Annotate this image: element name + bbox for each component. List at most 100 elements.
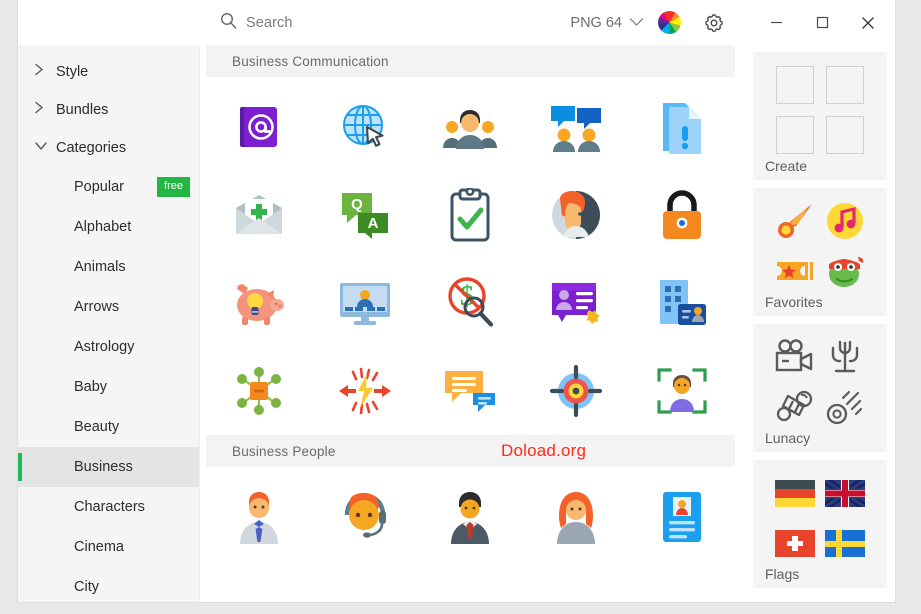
support-headset-icon[interactable] bbox=[312, 473, 418, 561]
conversation-people-icon[interactable] bbox=[523, 83, 629, 171]
icon-grid: Q A $ bbox=[206, 77, 735, 435]
sidebar-item-baby[interactable]: Baby bbox=[18, 367, 199, 407]
color-wheel-icon[interactable] bbox=[658, 11, 681, 34]
sidebar-item-label: Arrows bbox=[74, 299, 120, 315]
id-badge-icon[interactable] bbox=[629, 473, 735, 561]
network-hub-icon[interactable] bbox=[206, 347, 312, 435]
panel-tile-label: Favorites bbox=[765, 294, 823, 310]
astronaut-icon bbox=[774, 389, 816, 425]
icon-grid bbox=[206, 467, 735, 561]
email-book-icon[interactable] bbox=[206, 83, 312, 171]
clipboard-check-icon[interactable] bbox=[418, 171, 524, 259]
conflict-lightning-icon[interactable] bbox=[312, 347, 418, 435]
certificate-badge-icon[interactable] bbox=[523, 259, 629, 347]
sidebar-item-label: Baby bbox=[74, 379, 108, 395]
format-label: PNG 64 bbox=[570, 14, 622, 31]
sidebar-item-label: Alphabet bbox=[74, 219, 132, 235]
sidebar-item-cinema[interactable]: Cinema bbox=[18, 527, 199, 567]
empty-slot bbox=[776, 116, 814, 154]
flag-germany-icon bbox=[774, 479, 816, 507]
section-title: Business People bbox=[232, 443, 336, 459]
application-window: Search PNG 64 Style Bundles Categories P… bbox=[18, 0, 895, 602]
gear-icon[interactable] bbox=[703, 12, 725, 34]
businessman-tie-icon[interactable] bbox=[206, 473, 312, 561]
flag-uk-icon bbox=[824, 479, 866, 507]
empty-slot bbox=[776, 66, 814, 104]
panel-tile-flags[interactable]: Flags bbox=[753, 460, 887, 588]
no-money-search-icon[interactable]: $ bbox=[418, 259, 524, 347]
businesswoman-icon[interactable] bbox=[523, 473, 629, 561]
title-bar: Search PNG 64 bbox=[18, 0, 895, 45]
music-note-icon bbox=[824, 201, 866, 241]
panel-tile-favorites[interactable]: Favorites bbox=[753, 188, 887, 316]
document-alert-icon[interactable] bbox=[629, 83, 735, 171]
meteor-outline-icon bbox=[824, 388, 866, 426]
sidebar-item-business[interactable]: Business bbox=[18, 447, 199, 487]
sidebar-item-characters[interactable]: Characters bbox=[18, 487, 199, 527]
chevron-down-icon bbox=[34, 139, 48, 157]
envelope-plus-icon[interactable] bbox=[206, 171, 312, 259]
sidebar-group-label: Style bbox=[56, 64, 89, 80]
close-button[interactable] bbox=[845, 0, 891, 45]
sidebar-item-popular[interactable]: Popular free bbox=[18, 167, 199, 207]
section-header: Business People Doload.org bbox=[206, 435, 735, 467]
movie-camera-icon bbox=[774, 339, 816, 375]
maximize-button[interactable] bbox=[799, 0, 845, 45]
svg-text:Q: Q bbox=[351, 196, 363, 213]
cactus-icon bbox=[824, 338, 866, 376]
sidebar-item-label: Business bbox=[74, 459, 133, 475]
online-presentation-icon[interactable] bbox=[312, 259, 418, 347]
sidebar-group-bundles[interactable]: Bundles bbox=[18, 91, 199, 129]
empty-square bbox=[824, 116, 866, 154]
face-recognition-icon[interactable] bbox=[629, 347, 735, 435]
sidebar-group-categories[interactable]: Categories bbox=[18, 129, 199, 167]
padlock-icon[interactable] bbox=[629, 171, 735, 259]
sidebar-item-city[interactable]: City bbox=[18, 567, 199, 602]
sidebar-item-label: Popular bbox=[74, 179, 124, 195]
search-input[interactable]: Search bbox=[200, 0, 570, 45]
globe-cursor-icon[interactable] bbox=[312, 83, 418, 171]
free-badge: free bbox=[157, 177, 190, 197]
sidebar-item-animals[interactable]: Animals bbox=[18, 247, 199, 287]
format-select[interactable]: PNG 64 bbox=[570, 14, 644, 32]
sidebar-item-label: Astrology bbox=[74, 339, 135, 355]
target-crosshair-icon[interactable] bbox=[523, 347, 629, 435]
sidebar-item-label: Animals bbox=[74, 259, 126, 275]
manager-suit-icon[interactable] bbox=[418, 473, 524, 561]
right-panel: Create Favorites Lunacy Flags bbox=[747, 45, 895, 602]
tile-preview-grid bbox=[763, 200, 877, 292]
sidebar-group-label: Categories bbox=[56, 140, 127, 156]
sidebar-item-label: City bbox=[74, 579, 99, 595]
sidebar-group-style[interactable]: Style bbox=[18, 53, 199, 91]
user-profile-circle-icon[interactable] bbox=[523, 171, 629, 259]
window-body: Style Bundles Categories Popular free Al… bbox=[18, 45, 895, 602]
sidebar-item-label: Beauty bbox=[74, 419, 120, 435]
piggy-bank-idea-icon[interactable] bbox=[206, 259, 312, 347]
question-answer-icon[interactable]: Q A bbox=[312, 171, 418, 259]
titlebar-left-spacer bbox=[18, 0, 200, 45]
sidebar-item-astrology[interactable]: Astrology bbox=[18, 327, 199, 367]
sidebar-item-beauty[interactable]: Beauty bbox=[18, 407, 199, 447]
panel-tile-lunacy[interactable]: Lunacy bbox=[753, 324, 887, 452]
empty-square bbox=[824, 66, 866, 104]
tile-preview-grid bbox=[763, 472, 877, 564]
svg-text:A: A bbox=[367, 215, 378, 232]
chevron-down-icon bbox=[629, 14, 644, 32]
comet-icon bbox=[774, 201, 816, 241]
panel-tile-create[interactable]: Create bbox=[753, 52, 887, 180]
chevron-right-icon bbox=[34, 63, 45, 82]
empty-square bbox=[774, 116, 816, 154]
sidebar-item-arrows[interactable]: Arrows bbox=[18, 287, 199, 327]
flag-switzerland-icon bbox=[774, 529, 816, 557]
panel-tile-label: Create bbox=[765, 158, 808, 174]
icon-browser[interactable]: Business Communication Q A Business Peop… bbox=[200, 45, 747, 602]
empty-slot bbox=[826, 116, 864, 154]
minimize-button[interactable] bbox=[753, 0, 799, 45]
sidebar-item-alphabet[interactable]: Alphabet bbox=[18, 207, 199, 247]
empty-slot bbox=[826, 66, 864, 104]
team-group-icon[interactable] bbox=[418, 83, 524, 171]
flag-sweden-icon bbox=[824, 529, 866, 557]
chat-bubbles-icon[interactable] bbox=[418, 347, 524, 435]
company-id-card-icon[interactable] bbox=[629, 259, 735, 347]
sidebar[interactable]: Style Bundles Categories Popular free Al… bbox=[18, 45, 200, 602]
